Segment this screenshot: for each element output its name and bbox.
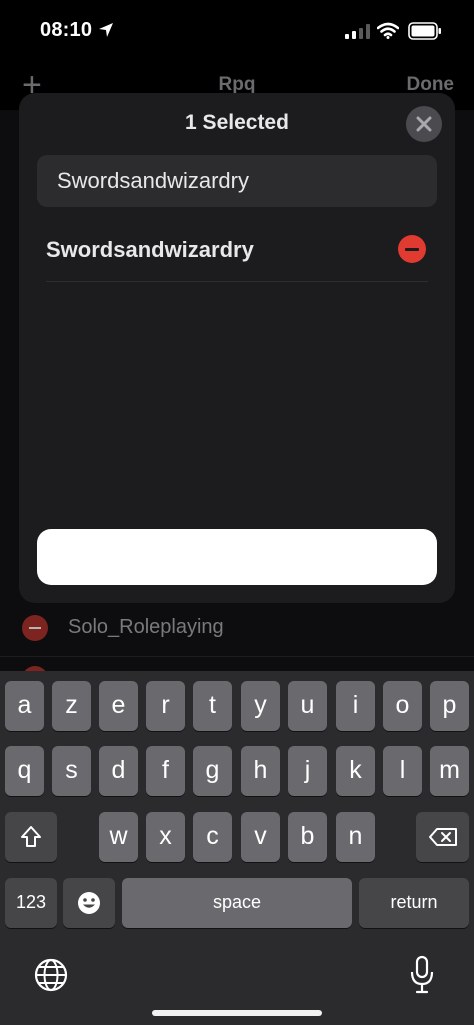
key-a[interactable]: a bbox=[5, 681, 44, 731]
location-arrow-icon bbox=[99, 23, 113, 37]
key-x[interactable]: x bbox=[146, 812, 185, 862]
space-key[interactable]: space bbox=[122, 878, 352, 928]
shift-icon bbox=[21, 826, 41, 847]
key-i[interactable]: i bbox=[336, 681, 375, 731]
key-f[interactable]: f bbox=[146, 746, 185, 796]
result-row[interactable]: Swordsandwizardry bbox=[46, 225, 428, 282]
key-l[interactable]: l bbox=[383, 746, 422, 796]
key-q[interactable]: q bbox=[5, 746, 44, 796]
key-c[interactable]: c bbox=[193, 812, 232, 862]
key-j[interactable]: j bbox=[288, 746, 327, 796]
key-s[interactable]: s bbox=[52, 746, 91, 796]
battery-icon bbox=[408, 22, 441, 40]
remove-button[interactable] bbox=[398, 235, 426, 263]
key-z[interactable]: z bbox=[52, 681, 91, 731]
key-b[interactable]: b bbox=[288, 812, 327, 862]
wifi-icon bbox=[377, 22, 399, 39]
close-button[interactable] bbox=[406, 106, 442, 142]
backspace-icon bbox=[429, 828, 457, 846]
key-e[interactable]: e bbox=[99, 681, 138, 731]
shift-key[interactable] bbox=[5, 812, 57, 862]
emoji-icon bbox=[78, 892, 100, 914]
microphone-icon[interactable] bbox=[409, 955, 435, 995]
key-v[interactable]: v bbox=[241, 812, 280, 862]
delete-key[interactable] bbox=[416, 812, 469, 862]
key-u[interactable]: u bbox=[288, 681, 327, 731]
search-input[interactable] bbox=[37, 155, 437, 207]
home-indicator[interactable] bbox=[152, 1010, 322, 1016]
minus-icon bbox=[22, 615, 48, 641]
screen: 08:10 + Rpq Done Solo_Roleplaying 1 Sele… bbox=[0, 0, 474, 1025]
result-label: Swordsandwizardry bbox=[46, 237, 254, 262]
key-w[interactable]: w bbox=[99, 812, 138, 862]
key-h[interactable]: h bbox=[241, 746, 280, 796]
keyboard: a z e r t y u i o p q s d f g h j k l m … bbox=[0, 671, 474, 1025]
key-k[interactable]: k bbox=[336, 746, 375, 796]
close-icon bbox=[416, 116, 432, 132]
key-t[interactable]: t bbox=[193, 681, 232, 731]
key-m[interactable]: m bbox=[430, 746, 469, 796]
key-n[interactable]: n bbox=[336, 812, 375, 862]
key-r[interactable]: r bbox=[146, 681, 185, 731]
sheet-title: 1 Selected bbox=[185, 111, 289, 134]
key-d[interactable]: d bbox=[99, 746, 138, 796]
selection-sheet: 1 Selected Swordsandwizardry bbox=[19, 93, 455, 603]
status-bar: 08:10 bbox=[0, 0, 474, 60]
cellular-signal-icon bbox=[345, 24, 370, 39]
key-p[interactable]: p bbox=[430, 681, 469, 731]
key-g[interactable]: g bbox=[193, 746, 232, 796]
key-o[interactable]: o bbox=[383, 681, 422, 731]
status-time: 08:10 bbox=[40, 19, 93, 41]
numbers-key[interactable]: 123 bbox=[5, 878, 57, 928]
list-item-label: Solo_Roleplaying bbox=[68, 616, 224, 638]
globe-icon[interactable] bbox=[34, 958, 68, 992]
return-key[interactable]: return bbox=[359, 878, 469, 928]
key-y[interactable]: y bbox=[241, 681, 280, 731]
emoji-key[interactable] bbox=[63, 878, 115, 928]
confirm-button[interactable] bbox=[37, 529, 437, 585]
